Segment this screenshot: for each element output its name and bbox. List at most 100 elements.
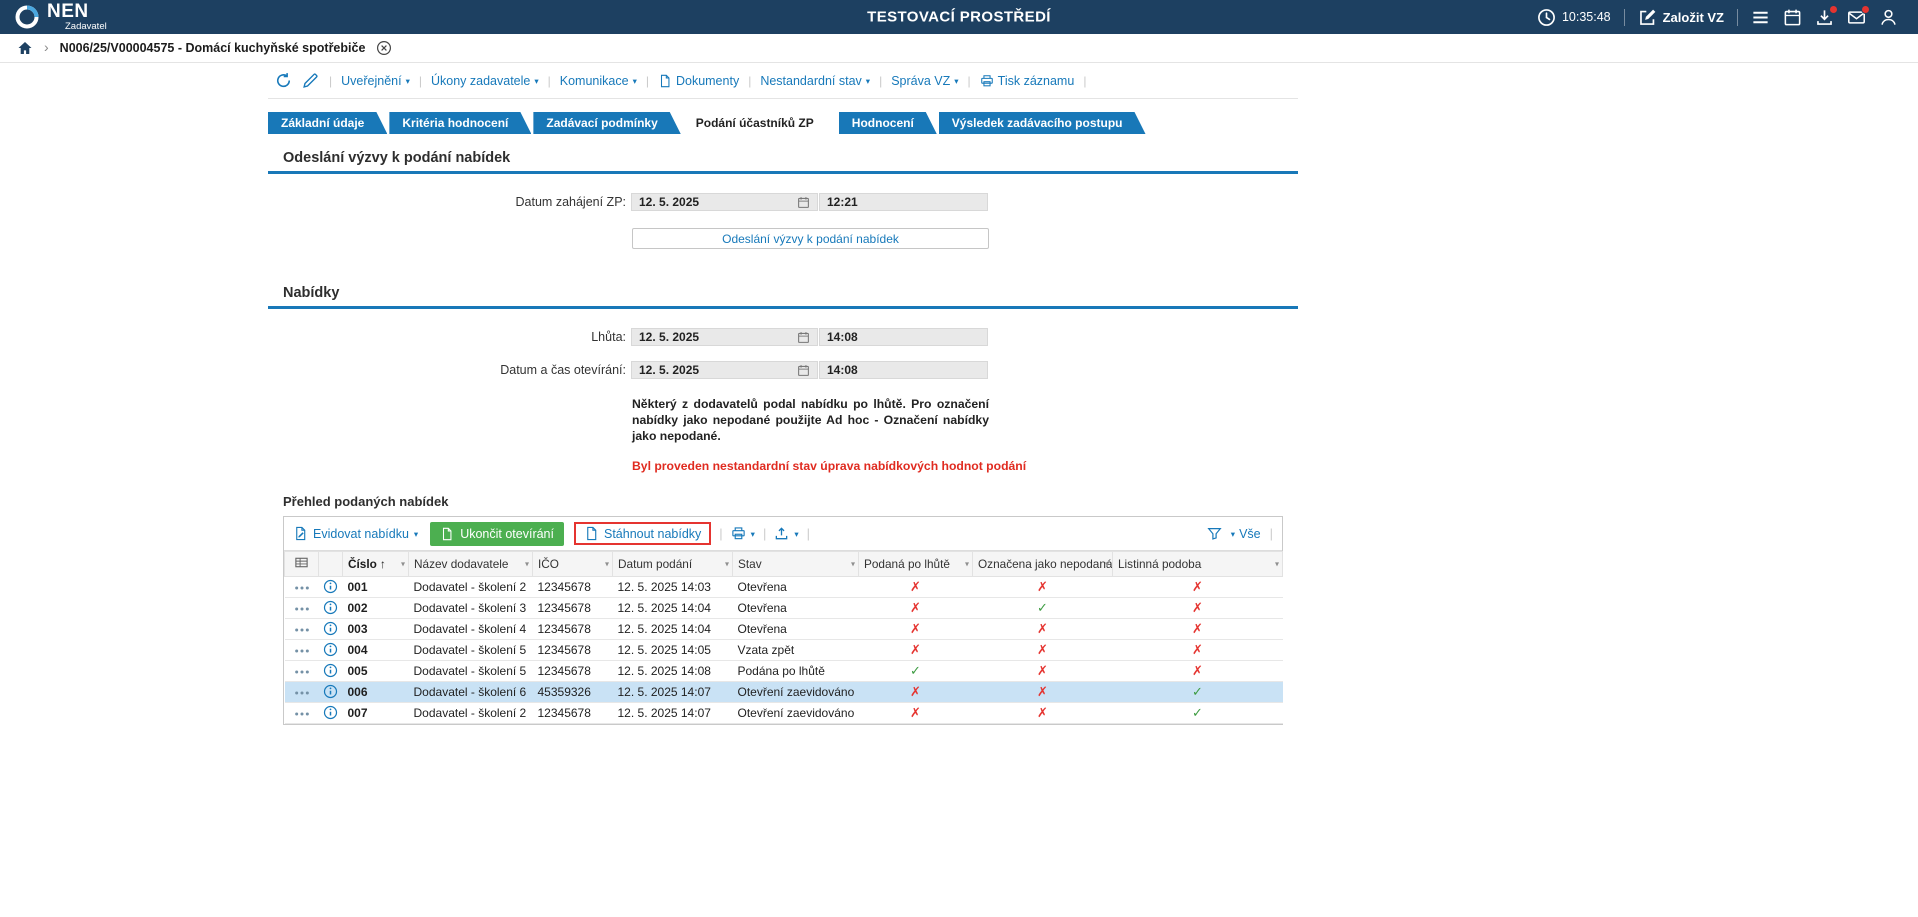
export-icon: [774, 526, 789, 541]
menu-item[interactable]: Úkony zadavatele ▾: [431, 74, 539, 88]
opening-time-field[interactable]: 14:08: [819, 361, 988, 379]
separator: |: [763, 526, 766, 541]
table-row[interactable]: 006 Dodavatel - školení 6 45359326 12. 5…: [285, 682, 1283, 703]
column-nazev[interactable]: Název dodavatele▾: [409, 552, 533, 577]
menu-separator: |: [968, 74, 971, 88]
calendar-icon[interactable]: [797, 331, 810, 344]
row-actions-icon[interactable]: [294, 585, 310, 591]
downloads-icon[interactable]: [1815, 8, 1834, 27]
ukoncit-oteviran-button[interactable]: Ukončit otevírání: [430, 522, 564, 546]
offer-ico: 45359326: [533, 682, 613, 703]
stahnout-nabidky-button[interactable]: Stáhnout nabídky: [584, 526, 701, 541]
opening-date-field[interactable]: 12. 5. 2025: [631, 361, 818, 379]
table-row[interactable]: 001 Dodavatel - školení 2 12345678 12. 5…: [285, 577, 1283, 598]
row-actions-icon[interactable]: [294, 606, 310, 612]
menu-item[interactable]: Dokumenty: [658, 74, 739, 88]
pencil-icon[interactable]: [302, 72, 319, 89]
info-icon[interactable]: [323, 642, 338, 657]
filter-caret-icon[interactable]: ▾: [965, 560, 969, 569]
filter-caret-icon[interactable]: ▾: [1105, 560, 1109, 569]
filter-all-label: Vše: [1239, 527, 1261, 541]
table-row[interactable]: 004 Dodavatel - školení 5 12345678 12. 5…: [285, 640, 1283, 661]
row-menu-cell: [285, 661, 319, 682]
offer-late-mark: ✗: [859, 640, 973, 661]
column-cislo[interactable]: Číslo↑ ▾: [343, 552, 409, 577]
export-table-button[interactable]: ▾: [774, 526, 798, 541]
table-row[interactable]: 003 Dodavatel - školení 4 12345678 12. 5…: [285, 619, 1283, 640]
deadline-time-field[interactable]: 14:08: [819, 328, 988, 346]
column-listinna[interactable]: Listinná podoba▾: [1113, 552, 1283, 577]
table-row[interactable]: 005 Dodavatel - školení 5 12345678 12. 5…: [285, 661, 1283, 682]
tab-hodnocen[interactable]: Hodnocení: [839, 112, 937, 134]
offer-ico: 12345678: [533, 577, 613, 598]
filter-caret-icon[interactable]: ▾: [525, 560, 529, 569]
table-row[interactable]: 002 Dodavatel - školení 3 12345678 12. 5…: [285, 598, 1283, 619]
evidovat-nabidku-button[interactable]: Evidovat nabídku ▾: [293, 526, 418, 541]
filter-caret-icon[interactable]: ▾: [401, 560, 405, 569]
menu-item[interactable]: Tisk záznamu: [980, 74, 1075, 88]
row-info-cell: [319, 703, 343, 724]
tab-zad-vac-podm-nky[interactable]: Zadávací podmínky: [533, 112, 680, 134]
start-date-label: Datum zahájení ZP:: [268, 195, 631, 209]
brand-role: Zadavatel: [65, 22, 107, 32]
user-icon[interactable]: [1879, 8, 1898, 27]
filter-caret-icon[interactable]: ▾: [1275, 560, 1279, 569]
start-time-field[interactable]: 12:21: [819, 193, 988, 211]
breadcrumb-record[interactable]: N006/25/V00004575 - Domácí kuchyňské spo…: [60, 41, 366, 55]
column-po-lhute[interactable]: Podaná po lhůtě▾: [859, 552, 973, 577]
nen-logo[interactable]: NEN Zadavatel: [14, 2, 107, 32]
tab-v-sledek-zad-vac-ho-postupu[interactable]: Výsledek zadávacího postupu: [939, 112, 1146, 134]
filter-all-dropdown[interactable]: ▾ Vše: [1231, 527, 1261, 541]
filter-funnel-icon[interactable]: [1207, 526, 1222, 541]
column-stav[interactable]: Stav▾: [733, 552, 859, 577]
print-table-button[interactable]: ▾: [731, 526, 755, 541]
ukoncit-label: Ukončit otevírání: [460, 527, 554, 541]
column-nepodana[interactable]: Označena jako nepodaná▾: [973, 552, 1113, 577]
calendar-icon[interactable]: [797, 196, 810, 209]
record-actionbar: | Uveřejnění ▾ | Úkony zadavatele ▾ | Ko…: [268, 63, 1298, 99]
deadline-date-field[interactable]: 12. 5. 2025: [631, 328, 818, 346]
menu-item[interactable]: Správa VZ ▾: [891, 74, 958, 88]
messages-icon[interactable]: [1847, 8, 1866, 27]
info-icon[interactable]: [323, 663, 338, 678]
offer-submitted: 12. 5. 2025 14:07: [613, 682, 733, 703]
row-actions-icon[interactable]: [294, 711, 310, 717]
home-icon[interactable]: [17, 40, 33, 56]
column-datum[interactable]: Datum podání▾: [613, 552, 733, 577]
start-date-field[interactable]: 12. 5. 2025: [631, 193, 818, 211]
document-icon: [658, 74, 672, 88]
filter-caret-icon[interactable]: ▾: [725, 560, 729, 569]
filter-caret-icon[interactable]: ▾: [605, 560, 609, 569]
close-record-icon[interactable]: [376, 40, 392, 56]
menu-item[interactable]: Nestandardní stav ▾: [760, 74, 870, 88]
info-icon[interactable]: [323, 684, 338, 699]
hamburger-menu-icon[interactable]: [1751, 8, 1770, 27]
info-icon[interactable]: [323, 579, 338, 594]
row-actions-icon[interactable]: [294, 648, 310, 654]
calendar-icon[interactable]: [1783, 8, 1802, 27]
offer-late-mark: ✗: [859, 703, 973, 724]
send-invitation-button[interactable]: Odeslání výzvy k podání nabídek: [632, 228, 989, 249]
filter-caret-icon[interactable]: ▾: [851, 560, 855, 569]
row-actions-icon[interactable]: [294, 627, 310, 633]
tab-krit-ria-hodnocen[interactable]: Kritéria hodnocení: [389, 112, 531, 134]
section-rule: [268, 171, 1298, 174]
tab-z-kladn-daje[interactable]: Základní údaje: [268, 112, 387, 134]
create-vz-button[interactable]: Založit VZ: [1638, 8, 1724, 27]
column-ico[interactable]: IČO▾: [533, 552, 613, 577]
offer-number: 002: [343, 598, 409, 619]
menu-item[interactable]: Uveřejnění ▾: [341, 74, 410, 88]
menu-item[interactable]: Komunikace ▾: [560, 74, 637, 88]
check-icon: ✓: [910, 663, 921, 678]
offer-marked-unsubmitted-mark: ✗: [973, 619, 1113, 640]
info-icon[interactable]: [323, 621, 338, 636]
info-icon[interactable]: [323, 600, 338, 615]
tab-pod-n-astn-k-zp[interactable]: Podání účastníků ZP: [683, 112, 837, 134]
offer-supplier: Dodavatel - školení 4: [409, 619, 533, 640]
calendar-icon[interactable]: [797, 364, 810, 377]
info-icon[interactable]: [323, 705, 338, 720]
table-row[interactable]: 007 Dodavatel - školení 2 12345678 12. 5…: [285, 703, 1283, 724]
row-actions-icon[interactable]: [294, 690, 310, 696]
history-undo-icon[interactable]: [275, 72, 292, 89]
row-actions-icon[interactable]: [294, 669, 310, 675]
